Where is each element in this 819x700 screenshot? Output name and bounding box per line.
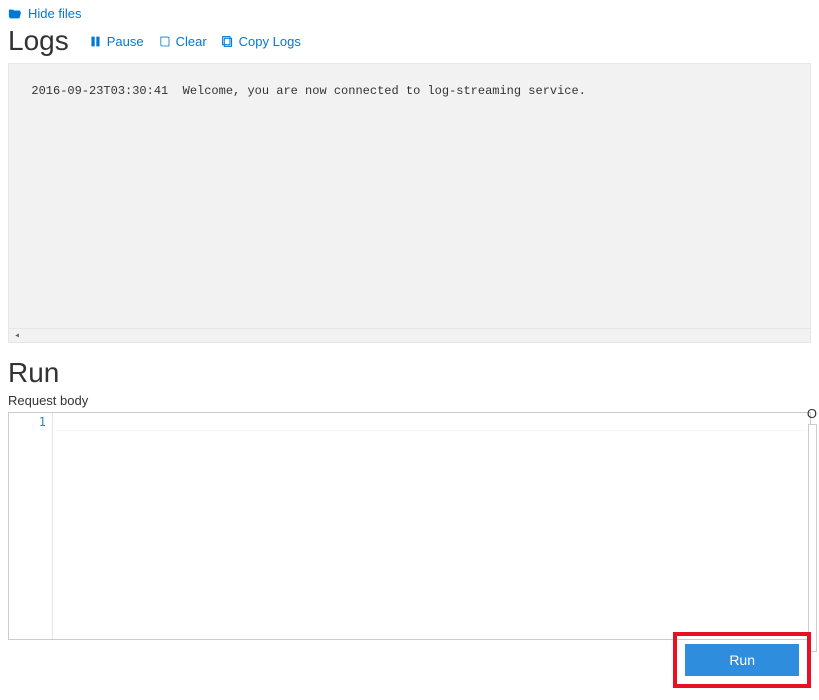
copy-icon [221,35,234,48]
editor-content[interactable] [53,413,810,639]
run-button[interactable]: Run [685,644,799,676]
pause-button[interactable]: Pause [89,34,144,49]
clear-button[interactable]: Clear [158,34,207,49]
request-body-label: Request body [8,393,811,408]
editor-line[interactable] [57,415,806,431]
copy-logs-label: Copy Logs [239,34,301,49]
book-icon [158,35,171,48]
run-section: Run Request body 1 [0,343,819,640]
clear-label: Clear [176,34,207,49]
logs-header: Logs Pause Clear Copy Logs [0,25,819,57]
run-button-highlight: Run [673,632,811,688]
hide-files-label: Hide files [28,6,81,21]
editor-gutter: 1 [9,413,53,639]
run-title: Run [8,357,811,389]
hide-files-link[interactable]: Hide files [0,0,819,25]
log-line: 2016-09-23T03:30:41 Welcome, you are now… [31,84,586,98]
logs-title: Logs [8,25,69,57]
pause-icon [89,35,102,48]
line-number: 1 [9,415,46,429]
copy-logs-button[interactable]: Copy Logs [221,34,301,49]
request-body-editor[interactable]: 1 [8,412,811,640]
scroll-left-arrow[interactable]: ◂ [11,330,23,342]
folder-open-icon [8,7,22,21]
log-console[interactable]: 2016-09-23T03:30:41 Welcome, you are now… [8,63,811,343]
log-scrollbar[interactable]: ◂ [9,328,810,342]
output-label-partial: O [807,406,817,421]
pause-label: Pause [107,34,144,49]
output-pane-sliver [808,424,817,652]
